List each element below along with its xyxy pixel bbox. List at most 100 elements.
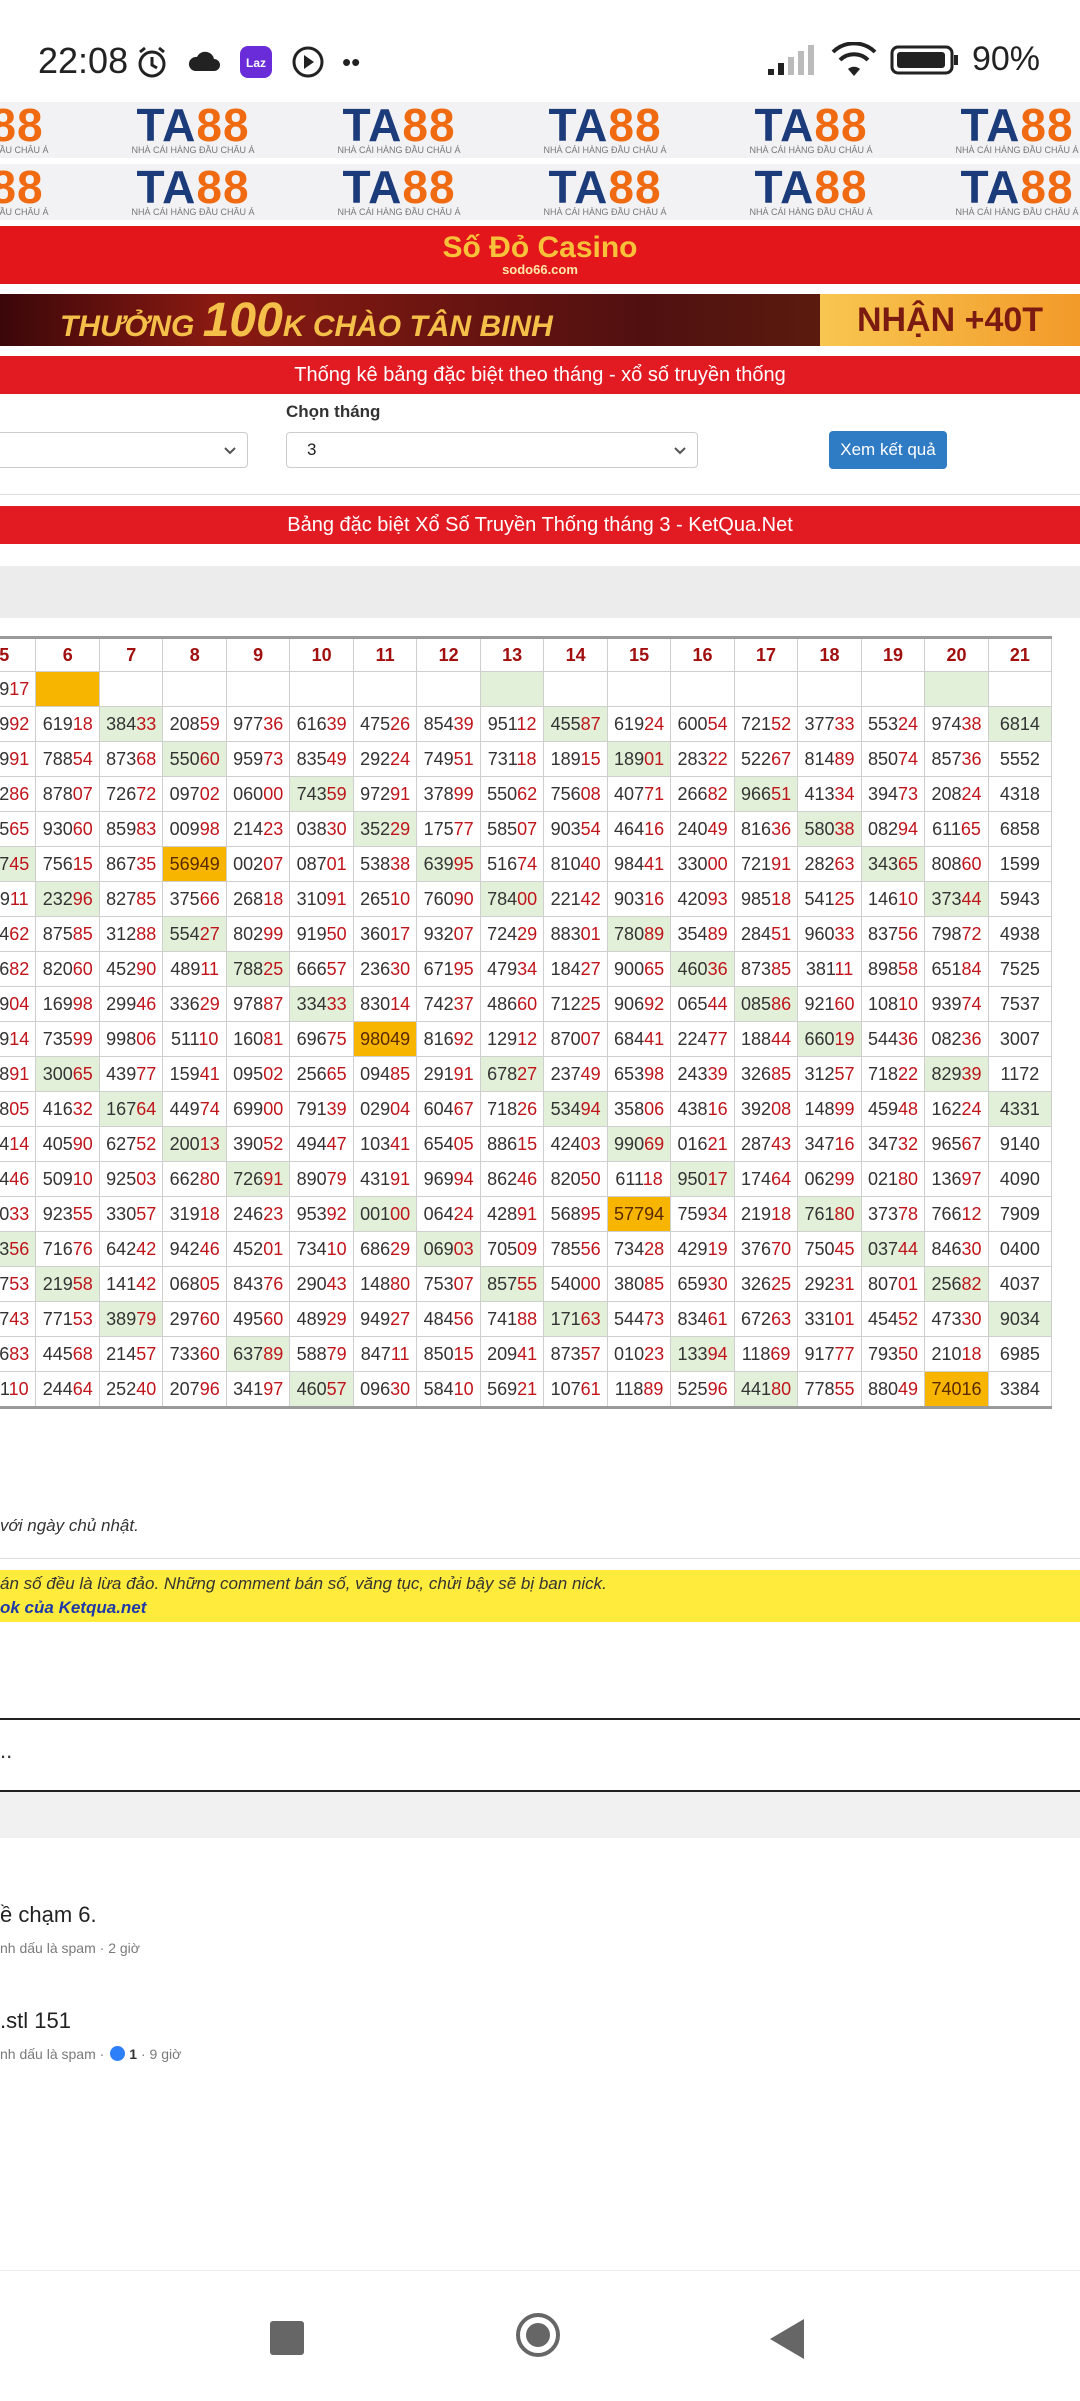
prize-prefix: 009 bbox=[169, 818, 200, 839]
table-cell: 29760 bbox=[162, 1301, 227, 1337]
sodo-banner[interactable]: Số Đỏ Casino sodo66.com bbox=[0, 226, 1080, 284]
prize-prefix: 541 bbox=[804, 888, 835, 909]
prize-prefix: 960 bbox=[804, 923, 835, 944]
prize-prefix: 778 bbox=[804, 1378, 835, 1399]
prize-last-digits: 00 bbox=[263, 783, 284, 804]
prize-last-digits: 43 bbox=[326, 1273, 347, 1294]
prize-last-digits: 72 bbox=[961, 923, 982, 944]
table-cell: 71225 bbox=[543, 986, 608, 1022]
prize-last-digits: 87 bbox=[580, 713, 601, 734]
special-prize-table: 56789101112131415161718192021 8491766992… bbox=[0, 636, 1053, 1409]
prize-prefix: 666 bbox=[296, 958, 327, 979]
table-cell: 45587 bbox=[543, 706, 608, 742]
prize-prefix: 022 bbox=[0, 783, 10, 804]
prize-prefix: 475 bbox=[360, 713, 391, 734]
prize-prefix: 459 bbox=[867, 1098, 899, 1119]
prize-last-digits: 41 bbox=[199, 1063, 220, 1084]
table-cell: 68629 bbox=[352, 1231, 418, 1267]
ta88-banner-2[interactable]: TA88NHÀ CÁI HÀNG ĐẦU CHÂU Á TA88NHÀ CÁI … bbox=[0, 164, 1080, 220]
back-button[interactable] bbox=[770, 2319, 804, 2359]
prize-last-digits: 91 bbox=[326, 888, 347, 909]
prize-prefix: 4938 bbox=[999, 923, 1040, 944]
prize-last-digits: 53 bbox=[72, 1308, 93, 1329]
prize-last-digits: 83 bbox=[136, 818, 157, 839]
prize-last-digits: 27 bbox=[517, 1063, 538, 1084]
prize-last-digits: 90 bbox=[136, 958, 157, 979]
prize-prefix: 847 bbox=[360, 1343, 391, 1364]
mark-spam-link[interactable]: nh dấu là spam bbox=[0, 1940, 96, 1956]
prize-prefix: 029 bbox=[360, 1098, 391, 1119]
prize-last-digits: 51 bbox=[771, 923, 792, 944]
prize-last-digits: 99 bbox=[834, 1098, 855, 1119]
prize-prefix: 219 bbox=[741, 1203, 772, 1224]
table-row: 3344650910925036628072691890794319196994… bbox=[0, 1161, 1053, 1197]
prize-prefix: 389 bbox=[106, 1308, 137, 1329]
table-cell: 61165 bbox=[924, 811, 989, 847]
prize-prefix: 6814 bbox=[999, 713, 1040, 734]
like-icon[interactable] bbox=[110, 2046, 126, 2061]
prize-prefix: 1599 bbox=[999, 853, 1040, 874]
table-cell: 4037 bbox=[987, 1266, 1053, 1302]
comment-input[interactable]: .. bbox=[0, 1738, 12, 1764]
prize-last-digits: 23 bbox=[644, 1343, 665, 1364]
prize-prefix: 244 bbox=[42, 1378, 73, 1399]
prize-prefix: 330 bbox=[106, 1203, 137, 1224]
prize-prefix: 037 bbox=[867, 1238, 899, 1259]
prize-last-digits: 77 bbox=[707, 1028, 728, 1049]
prize-prefix: 930 bbox=[42, 818, 73, 839]
prize-last-digits: 49 bbox=[898, 1378, 919, 1399]
table-cell: 24049 bbox=[670, 811, 735, 847]
prize-prefix: 749 bbox=[423, 748, 454, 769]
table-cell: 08701 bbox=[289, 846, 354, 882]
prize-last-digits: 91 bbox=[517, 1203, 538, 1224]
prize-prefix: 375 bbox=[169, 888, 200, 909]
table-cell: 93891 bbox=[0, 1056, 37, 1092]
prize-last-digits: 18 bbox=[642, 1168, 663, 1189]
table-cell: 79872 bbox=[924, 916, 989, 952]
table-cell: 95392 bbox=[289, 1196, 354, 1232]
table-cell: 38433 bbox=[98, 706, 164, 742]
prize-prefix: 900 bbox=[614, 958, 645, 979]
prize-last-digits: 10 bbox=[898, 993, 919, 1014]
prize-last-digits: 49 bbox=[707, 818, 728, 839]
ta88-banner-1[interactable]: TA88NHÀ CÁI HÀNG ĐẦU CHÂU Á TA88NHÀ CÁI … bbox=[0, 102, 1080, 158]
prize-prefix: 743 bbox=[296, 783, 327, 804]
home-button[interactable] bbox=[516, 2313, 560, 2357]
prize-last-digits: 18 bbox=[72, 713, 93, 734]
table-cell: 81692 bbox=[416, 1021, 481, 1057]
prize-prefix: 360 bbox=[360, 923, 391, 944]
recents-button[interactable] bbox=[270, 2321, 304, 2355]
table-cell: 91777 bbox=[797, 1336, 862, 1372]
view-results-button[interactable]: Xem kết quả bbox=[829, 431, 947, 469]
prize-last-digits: 85 bbox=[72, 923, 93, 944]
facebook-link[interactable]: ok của Ketqua.net bbox=[0, 1598, 146, 1618]
prize-prefix: 859 bbox=[106, 818, 137, 839]
prize-last-digits: 89 bbox=[643, 1378, 664, 1399]
prize-prefix: 580 bbox=[804, 818, 835, 839]
prize-prefix: 619 bbox=[42, 713, 73, 734]
table-cell: 34716 bbox=[797, 1126, 862, 1162]
table-cell: 66019 bbox=[797, 1021, 862, 1057]
promo-banner[interactable]: THƯỞNG 100K CHÀO TÂN BINH NHẬN +40T bbox=[0, 294, 1080, 346]
prize-prefix: 4318 bbox=[999, 783, 1040, 804]
year-select[interactable] bbox=[0, 432, 248, 468]
table-cell: 96567 bbox=[924, 1126, 989, 1162]
prize-last-digits: 78 bbox=[898, 1203, 919, 1224]
prize-last-digits: 44 bbox=[771, 1028, 792, 1049]
month-select[interactable]: 3 bbox=[286, 432, 698, 468]
prize-prefix: 816 bbox=[741, 818, 772, 839]
prize-prefix: 3007 bbox=[999, 1028, 1040, 1049]
table-cell: 43816 bbox=[670, 1091, 735, 1127]
table-cell: 79350 bbox=[860, 1336, 926, 1372]
table-cell: 88301 bbox=[543, 916, 608, 952]
ta88-logo: TA88NHÀ CÁI HÀNG ĐẦU CHÂU Á bbox=[955, 164, 1079, 217]
table-cell: 82785 bbox=[98, 881, 164, 917]
prize-last-digits: 39 bbox=[326, 713, 347, 734]
column-header: 5 bbox=[0, 636, 37, 672]
prize-last-digits: 28 bbox=[644, 1238, 665, 1259]
prize-last-digits: 73 bbox=[898, 783, 919, 804]
table-cell: 40771 bbox=[606, 776, 672, 812]
prize-prefix: 878 bbox=[42, 783, 73, 804]
mark-spam-link[interactable]: nh dấu là spam bbox=[0, 2046, 96, 2062]
promo-cta: NHẬN +40T bbox=[820, 294, 1080, 346]
